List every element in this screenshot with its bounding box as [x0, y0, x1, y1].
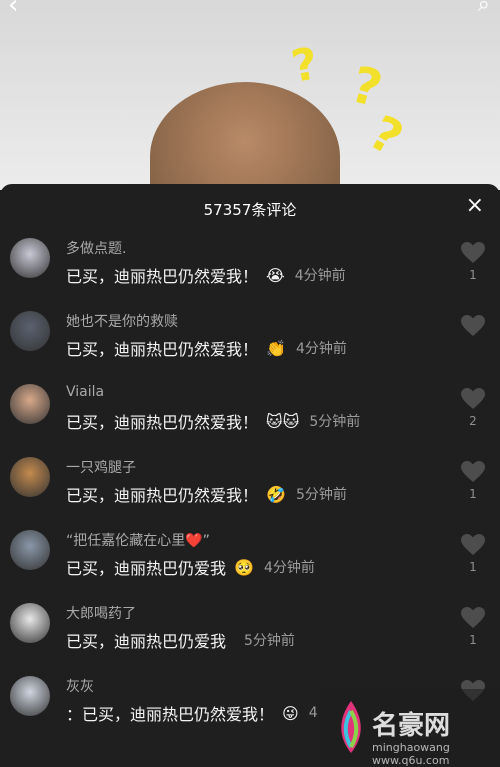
like-count: 1: [469, 268, 477, 282]
like-count: 2: [469, 414, 477, 428]
comment-list: 多做点题. 已买，迪丽热巴仍然爱我！ 😭 4分钟前 1 她也不是你的救赎 已买，…: [0, 232, 500, 743]
comment-body: 已买，迪丽热巴仍然爱我！ 👏 4分钟前: [66, 336, 347, 360]
avatar[interactable]: [10, 457, 50, 497]
comment-text: ：已买，迪丽热巴仍然爱我！: [66, 705, 275, 724]
watermark: 名豪网 minghaowang www.q6u.com: [320, 689, 500, 767]
comment-username[interactable]: 一只鸡腿子: [66, 457, 136, 477]
search-icon[interactable]: ⌕: [478, 0, 490, 17]
comment-username[interactable]: 她也不是你的救赎: [66, 311, 178, 331]
like-button[interactable]: 1: [460, 242, 486, 282]
avatar[interactable]: [10, 530, 50, 570]
comment-text: 已买，迪丽热巴仍然爱我！: [66, 413, 259, 432]
like-button[interactable]: [460, 315, 486, 341]
watermark-logo: [341, 701, 361, 753]
close-button[interactable]: ×: [466, 194, 484, 218]
like-button[interactable]: 1: [460, 461, 486, 501]
comment-time: 4分钟前: [263, 560, 315, 576]
video-subject-head: [150, 82, 340, 190]
video-background: ? ? ? ‹ ⌕: [0, 0, 500, 190]
comment-username[interactable]: “把任嘉伦藏在心里❤️”: [66, 530, 210, 550]
avatar[interactable]: [10, 238, 50, 278]
heart-icon[interactable]: [461, 607, 485, 629]
avatar[interactable]: [10, 384, 50, 424]
comment-time: 5分钟前: [295, 487, 347, 503]
comment-emoji: 🐱🐱: [266, 411, 300, 431]
comment-text: 已买，迪丽热巴仍爱我: [66, 632, 227, 651]
like-button[interactable]: 1: [460, 534, 486, 574]
comment-emoji: 😭: [266, 265, 285, 285]
heart-icon[interactable]: [461, 242, 485, 264]
like-count: 1: [469, 560, 477, 574]
comment-item[interactable]: 多做点题. 已买，迪丽热巴仍然爱我！ 😭 4分钟前 1: [0, 232, 500, 305]
avatar[interactable]: [10, 676, 50, 716]
comment-username[interactable]: Viaila: [66, 384, 104, 400]
comments-header: 57357条评论 ×: [0, 184, 500, 232]
avatar[interactable]: [10, 603, 50, 643]
comment-body: 已买，迪丽热巴仍然爱我！ 😭 4分钟前: [66, 263, 346, 287]
comment-username[interactable]: 多做点题.: [66, 238, 126, 258]
watermark-subtext: minghaowang www.q6u.com: [372, 741, 450, 767]
comment-item[interactable]: Viaila 已买，迪丽热巴仍然爱我！ 🐱🐱 5分钟前 2: [0, 378, 500, 451]
question-mark-1: ?: [287, 38, 322, 93]
comment-time: 5分钟前: [244, 633, 295, 649]
like-button[interactable]: 1: [460, 607, 486, 647]
comment-time: 4分钟前: [295, 341, 347, 357]
comment-body: 已买，迪丽热巴仍然爱我！ 🤣 5分钟前: [66, 482, 347, 506]
comment-text: 已买，迪丽热巴仍然爱我！: [66, 340, 259, 359]
comment-item[interactable]: 大郎喝药了 已买，迪丽热巴仍爱我 5分钟前 1: [0, 597, 500, 670]
comment-item[interactable]: 一只鸡腿子 已买，迪丽热巴仍然爱我！ 🤣 5分钟前 1: [0, 451, 500, 524]
comment-body: 已买，迪丽热巴仍爱我 5分钟前: [66, 628, 295, 652]
heart-icon[interactable]: [461, 461, 485, 483]
comment-item[interactable]: “把任嘉伦藏在心里❤️” 已买，迪丽热巴仍爱我 🥺 4分钟前 1: [0, 524, 500, 597]
comment-text: 已买，迪丽热巴仍爱我: [66, 559, 227, 578]
comment-username[interactable]: 大郎喝药了: [66, 603, 136, 623]
comment-item[interactable]: 她也不是你的救赎 已买，迪丽热巴仍然爱我！ 👏 4分钟前: [0, 305, 500, 378]
heart-icon[interactable]: [461, 388, 485, 410]
comment-username[interactable]: 灰灰: [66, 676, 94, 696]
comment-emoji: 🥺: [234, 557, 254, 577]
comment-body: ：已买，迪丽热巴仍然爱我！ 😜 4: [66, 701, 318, 725]
watermark-text: 名豪网: [372, 711, 451, 741]
comment-time: 4分钟前: [294, 268, 346, 284]
comment-time: 4: [308, 705, 318, 721]
comment-emoji: 😜: [282, 703, 299, 723]
like-count: 1: [469, 487, 477, 501]
heart-icon[interactable]: [461, 315, 485, 337]
comments-panel: 57357条评论 × 多做点题. 已买，迪丽热巴仍然爱我！ 😭 4分钟前 1 她…: [0, 184, 500, 767]
comment-text: 已买，迪丽热巴仍然爱我！: [66, 486, 259, 505]
comment-body: 已买，迪丽热巴仍然爱我！ 🐱🐱 5分钟前: [66, 409, 360, 433]
heart-icon[interactable]: [461, 534, 485, 556]
chevron-left-icon[interactable]: ‹: [8, 0, 18, 20]
comment-emoji: 🤣: [266, 484, 286, 504]
comment-emoji: 👏: [266, 338, 286, 358]
like-button[interactable]: 2: [460, 388, 486, 428]
avatar[interactable]: [10, 311, 50, 351]
like-count: 1: [469, 633, 477, 647]
comment-time: 5分钟前: [309, 414, 361, 430]
question-mark-2: ?: [344, 55, 389, 119]
comments-count-title: 57357条评论: [203, 201, 297, 219]
comment-text: 已买，迪丽热巴仍然爱我！: [66, 267, 259, 286]
comment-body: 已买，迪丽热巴仍爱我 🥺 4分钟前: [66, 555, 315, 579]
